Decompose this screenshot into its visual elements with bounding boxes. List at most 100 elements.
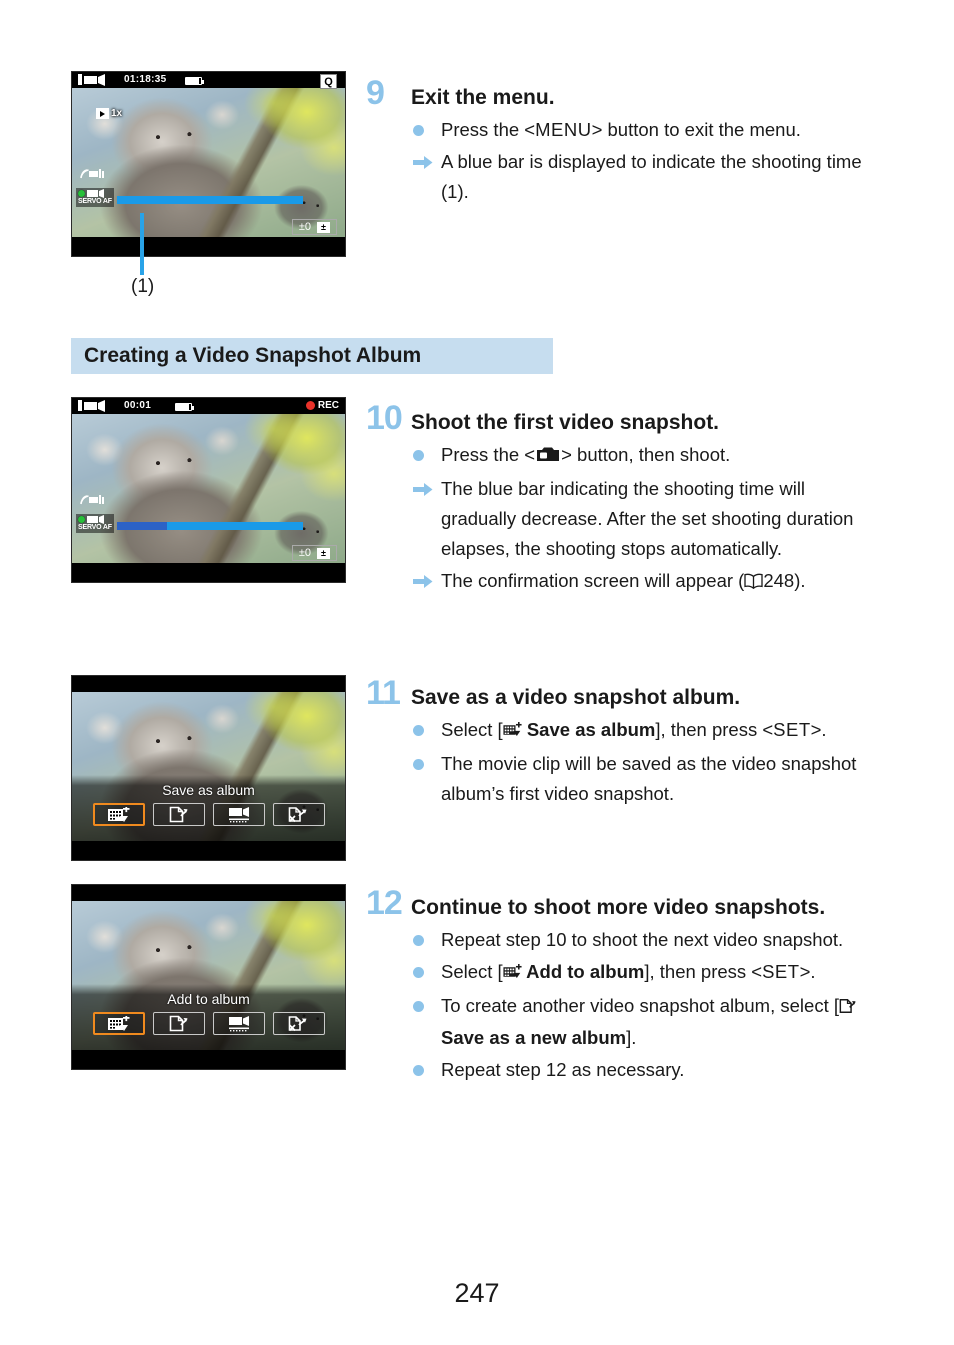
step-header: 9 Exit the menu. [366, 74, 866, 112]
callout-label-1: (1) [131, 276, 155, 297]
step-bullet-text: Repeat step 12 as necessary. [441, 1059, 685, 1080]
step-number: 9 [366, 74, 385, 112]
menu-item-name: Add to album [521, 961, 645, 982]
bullet-dot-icon [413, 1055, 435, 1085]
movie-mode-icon [78, 74, 105, 86]
step-title: Shoot the first video snapshot. [411, 411, 720, 434]
do-not-save-icon [288, 807, 307, 823]
shooting-time-bar [117, 522, 303, 530]
servo-af-label: SERVO AF [78, 524, 112, 531]
recording-indicator: REC [305, 400, 339, 411]
elapsed-recording-time: 00:01 [124, 400, 152, 411]
playback-album-icon [228, 807, 249, 823]
step-12: 12 Continue to shoot more video snapshots… [366, 884, 866, 1087]
step-bullet-text: Press the < > button, then shoot. [441, 444, 730, 465]
confirm-dialog-buttons [92, 803, 325, 826]
confirm-dialog-buttons [92, 1012, 325, 1035]
camera-screen-save-as-album: Save as album [71, 675, 346, 861]
bullet-dot-icon [413, 925, 435, 955]
koala-photo [72, 414, 345, 563]
page-number: 247 [454, 1278, 500, 1308]
button-name-menu: MENU [535, 119, 592, 140]
exposure-compensation-value: ±0 [298, 547, 311, 559]
exposure-compensation-icon: ± [317, 221, 330, 233]
save-as-new-album-icon [839, 993, 856, 1023]
live-view-area: Save as album [72, 692, 345, 841]
section-heading-band: Creating a Video Snapshot Album [71, 338, 553, 374]
camera-icon [535, 442, 561, 472]
manual-page: 1x SERVO AF ±0 ± 01:18:35 Q (1) Creating… [0, 0, 954, 1345]
exposure-compensation-value: ±0 [298, 221, 311, 233]
do-not-save-icon [288, 1016, 307, 1032]
step-bullet-text: A blue bar is displayed to indicate the … [441, 151, 862, 202]
step-bullet: To create another video snapshot album, … [413, 991, 866, 1053]
bullet-dot-icon [413, 440, 435, 470]
step-bullet-list: Select [ Save as album], then press <SET… [413, 715, 866, 809]
step-bullet-text: The confirmation screen will appear (248… [441, 570, 806, 591]
movie-servo-icon [87, 189, 104, 198]
step-title: Continue to shoot more video snapshots. [411, 896, 826, 919]
save-as-album-button[interactable] [92, 803, 145, 826]
save-as-new-album-button[interactable] [152, 803, 205, 826]
step-11: 11 Save as a video snapshot album. Select … [366, 676, 866, 811]
add-confirmation-dialog: Add to album [72, 984, 345, 1050]
add-to-album-icon [503, 959, 522, 989]
camera-bottom-bar [72, 237, 345, 256]
section-heading-text: Creating a Video Snapshot Album [84, 344, 422, 367]
step-bullet: Select [ Add to album], then press <SET>… [413, 957, 866, 989]
live-view-area: 1x SERVO AF ±0 ± [72, 88, 345, 237]
bullet-dot-icon [413, 957, 435, 987]
bullet-dot-icon [413, 991, 435, 1021]
playback-album-icon [228, 1016, 249, 1032]
save-as-new-album-icon [169, 806, 188, 823]
save-as-new-album-button[interactable] [152, 1012, 205, 1035]
live-view-area: SERVO AF ±0 ± [72, 414, 345, 563]
battery-icon [175, 403, 194, 411]
confirm-dialog-title: Save as album [162, 782, 255, 798]
movie-servo-icon [87, 515, 104, 524]
result-arrow-icon [413, 474, 435, 504]
camera-bottom-bar [72, 1050, 345, 1069]
bullet-dot-icon [413, 749, 435, 779]
step-bullet: The movie clip will be saved as the vide… [413, 749, 866, 809]
play-icon [96, 108, 109, 119]
camera-top-status-bar: 01:18:35 Q [72, 72, 345, 89]
servo-af-status-dot [78, 190, 85, 197]
do-not-save-button[interactable] [272, 803, 325, 826]
quick-menu-button[interactable]: Q [320, 74, 337, 89]
playback-album-button[interactable] [212, 1012, 265, 1035]
save-as-album-icon [107, 806, 129, 822]
playback-album-button[interactable] [212, 803, 265, 826]
bullet-dot-icon [413, 115, 435, 145]
shooting-time-bar [117, 196, 303, 204]
save-as-new-album-icon [169, 1015, 188, 1032]
servo-af-status-dot [78, 516, 85, 523]
servo-af-badge: SERVO AF [76, 188, 114, 207]
exposure-compensation-indicator: ±0 ± [291, 545, 337, 561]
add-to-album-button[interactable] [92, 1012, 145, 1035]
playback-rate-indicator: 1x [96, 108, 122, 119]
step-header: 12 Continue to shoot more video snapshots… [366, 884, 866, 922]
menu-item-name: Save as a new album [441, 1027, 627, 1048]
shooting-time-elapsed [117, 522, 168, 530]
step-number: 10 [366, 399, 403, 437]
confirm-dialog-title: Add to album [167, 991, 250, 1007]
step-bullet-list: Press the <MENU> button to exit the menu… [413, 115, 866, 207]
step-header: 10 Shoot the first video snapshot. [366, 399, 866, 437]
step-number: 12 [366, 884, 403, 922]
rec-label: REC [317, 400, 339, 411]
step-9: 9 Exit the menu. Press the <MENU> button t… [366, 74, 866, 209]
exposure-compensation-indicator: ±0 ± [291, 219, 337, 235]
step-bullet: The blue bar indicating the shooting tim… [413, 474, 866, 564]
camera-top-status-bar [72, 885, 345, 901]
servo-af-badge: SERVO AF [76, 514, 114, 533]
battery-icon [185, 77, 204, 85]
do-not-save-button[interactable] [272, 1012, 325, 1035]
wifi-signal-icon [80, 166, 106, 180]
movie-mode-icon [78, 400, 105, 412]
step-bullet: Press the < > button, then shoot. [413, 440, 866, 472]
callout-leader-line [140, 213, 144, 275]
camera-bottom-bar [72, 563, 345, 582]
step-bullet-text: The movie clip will be saved as the vide… [441, 753, 857, 804]
camera-top-status-bar: 00:01 REC [72, 398, 345, 414]
